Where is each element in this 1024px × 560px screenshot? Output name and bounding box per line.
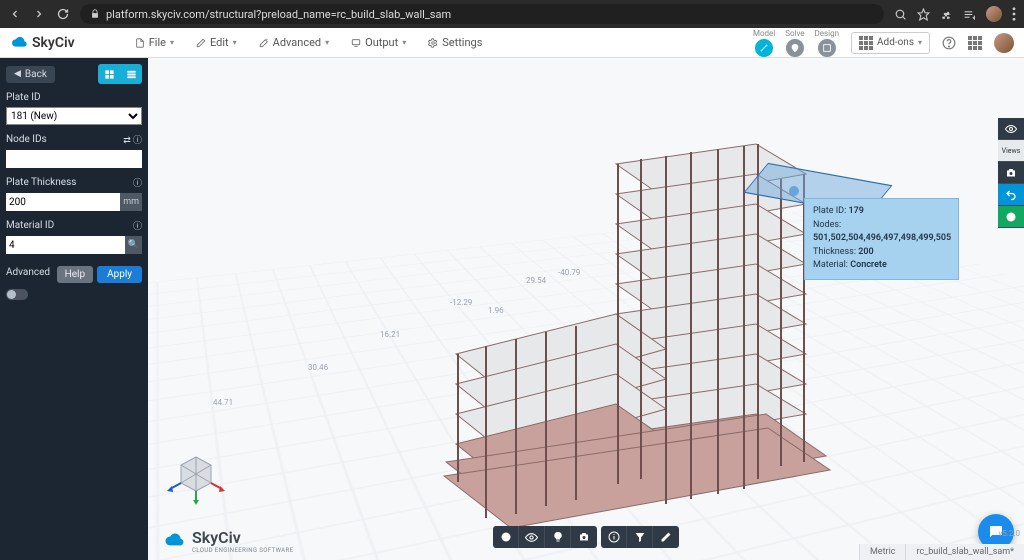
material-label: Material IDⓘ — [6, 219, 142, 232]
browser-forward-icon[interactable] — [32, 7, 46, 21]
filter-button[interactable] — [627, 526, 653, 548]
building-model — [336, 84, 836, 554]
menu-settings[interactable]: Settings — [428, 36, 482, 49]
user-avatar[interactable] — [994, 33, 1014, 53]
bottom-toolbar — [493, 526, 679, 548]
extensions-icon[interactable] — [940, 8, 953, 21]
mode-design[interactable] — [818, 39, 836, 57]
mode-solve[interactable] — [786, 39, 804, 57]
apps-grid-icon[interactable] — [968, 36, 982, 50]
visibility-button[interactable] — [998, 118, 1024, 140]
plate-id-select[interactable]: 181 (New) — [6, 107, 142, 125]
cloud-icon — [10, 34, 28, 52]
status-file[interactable]: rc_build_slab_wall_sam* — [905, 544, 1024, 560]
addons-button[interactable]: Add-ons▾ — [851, 32, 930, 54]
search-suffix-icon[interactable]: 🔍 — [125, 236, 142, 254]
camera-button[interactable] — [998, 162, 1024, 184]
version-label: v5.2.0 — [998, 529, 1020, 538]
watermark-logo: SkyCivCLOUD ENGINEERING SOFTWARE — [160, 528, 293, 554]
eye-button[interactable] — [519, 526, 545, 548]
pencil-icon — [196, 38, 206, 48]
back-button[interactable]: ◀Back — [6, 66, 55, 83]
dim-b: 30.46 — [308, 363, 328, 372]
viewport-3d[interactable]: 44.71 30.46 16.21 -12.29 1.96 29.54 -40.… — [148, 58, 1024, 560]
material-input[interactable] — [6, 236, 125, 254]
sidebar: ◀Back Plate ID 181 (New) Node IDs⇄ ⓘ Pla… — [0, 58, 148, 560]
dim-a: 44.71 — [213, 398, 233, 407]
view-card-button[interactable] — [98, 64, 120, 84]
plate-tooltip: Plate ID: 179 Nodes: 501,502,504,496,497… — [804, 198, 959, 280]
axis-gizmo[interactable] — [166, 445, 226, 505]
help-button[interactable]: Help — [57, 266, 93, 283]
info-button[interactable] — [601, 526, 627, 548]
selected-node-marker — [789, 186, 799, 196]
apps-icon — [859, 36, 873, 50]
thickness-input[interactable] — [6, 193, 120, 211]
wand-icon — [259, 38, 269, 48]
view-table-button[interactable] — [120, 64, 142, 84]
shade-button[interactable] — [493, 526, 519, 548]
node-ids-label: Node IDs⇄ ⓘ — [6, 133, 142, 146]
right-toolbar: Views — [998, 118, 1024, 228]
playlist-icon[interactable] — [963, 8, 976, 21]
advanced-label: Advanced Help Apply — [6, 262, 142, 283]
snapshot-button[interactable] — [571, 526, 597, 548]
address-bar[interactable]: platform.skyciv.com/structural?preload_n… — [80, 4, 884, 24]
browser-reload-icon[interactable] — [56, 7, 70, 21]
mode-model[interactable] — [755, 39, 773, 57]
lock-icon — [90, 9, 100, 19]
plate-id-label: Plate ID — [6, 92, 142, 103]
menu-edit[interactable]: Edit▾ — [196, 36, 237, 49]
search-icon[interactable] — [894, 8, 907, 21]
help-icon[interactable] — [942, 36, 956, 50]
cloud-icon — [160, 530, 188, 552]
node-ids-input[interactable] — [6, 150, 142, 168]
apply-button[interactable]: Apply — [97, 266, 142, 283]
app-logo[interactable]: SkyCiv — [10, 34, 75, 52]
thickness-label: Plate Thicknessⓘ — [6, 176, 142, 189]
edit-button[interactable] — [653, 526, 679, 548]
monitor-icon — [351, 38, 361, 48]
status-bar: Metric rc_build_slab_wall_sam* — [859, 544, 1024, 560]
file-icon — [135, 38, 145, 48]
views-label[interactable]: Views — [998, 140, 1024, 162]
browser-back-icon[interactable] — [8, 7, 22, 21]
menu-output[interactable]: Output▾ — [351, 36, 406, 49]
browser-profile-avatar[interactable] — [986, 6, 1002, 22]
url-text: platform.skyciv.com/structural?preload_n… — [106, 8, 451, 21]
menu-advanced[interactable]: Advanced▾ — [259, 36, 330, 49]
gear-icon — [428, 38, 438, 48]
undo-view-button[interactable] — [998, 184, 1024, 206]
menu-file[interactable]: File▾ — [135, 36, 174, 49]
confirm-view-button[interactable] — [998, 206, 1024, 228]
mode-model-label: Model — [753, 29, 775, 38]
status-units[interactable]: Metric — [859, 544, 906, 560]
mode-solve-label: Solve — [785, 29, 804, 38]
bulb-button[interactable] — [545, 526, 571, 548]
star-icon[interactable] — [917, 8, 930, 21]
mode-design-label: Design — [815, 29, 839, 38]
kebab-menu-icon[interactable] — [1012, 7, 1016, 21]
thickness-unit: mm — [120, 193, 142, 211]
advanced-toggle[interactable] — [6, 289, 28, 300]
mode-switch: Model Solve Design — [753, 29, 839, 57]
app-name: SkyCiv — [32, 35, 75, 51]
